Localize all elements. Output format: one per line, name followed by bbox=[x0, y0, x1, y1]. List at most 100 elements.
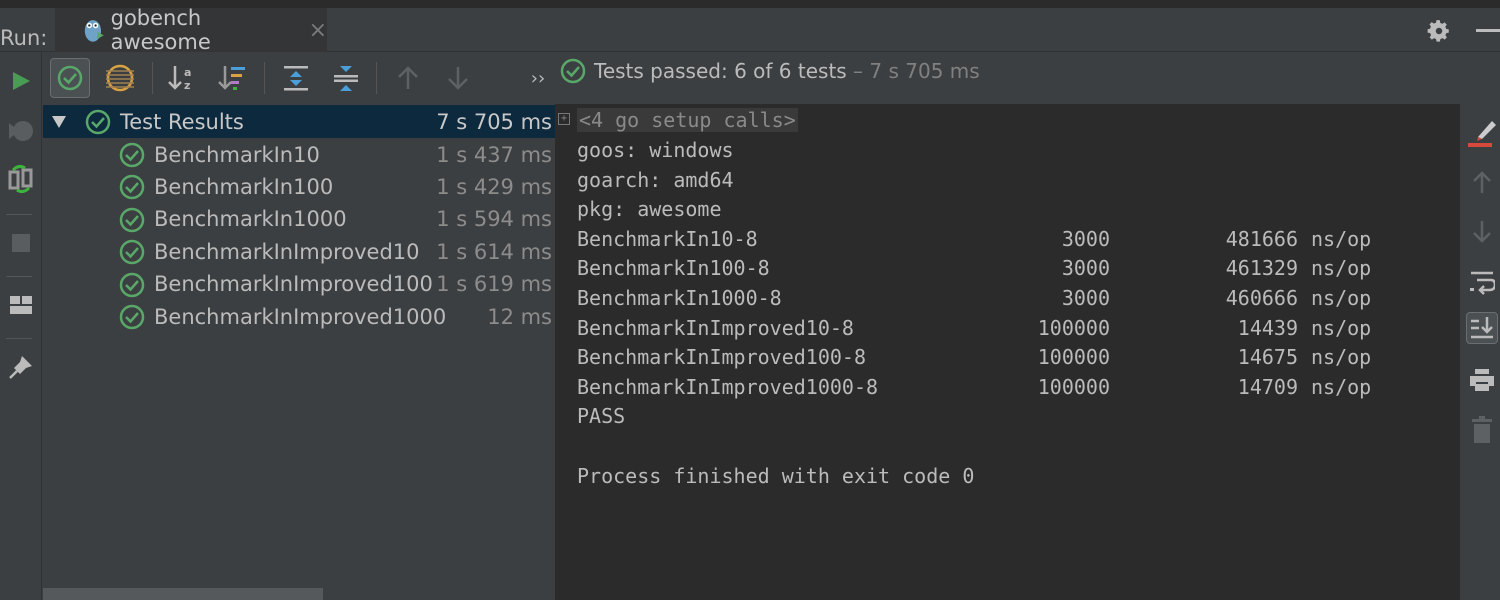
bench-unit: ns/op bbox=[1311, 374, 1372, 399]
more-actions-button[interactable]: ›› bbox=[518, 58, 558, 98]
bench-unit: ns/op bbox=[1311, 286, 1372, 310]
expand-all-icon bbox=[284, 66, 308, 91]
collapse-all-button[interactable] bbox=[326, 58, 366, 98]
separator bbox=[264, 62, 265, 94]
bench-unit: ns/op bbox=[1311, 256, 1372, 281]
console-line: Process finished with exit code 0 bbox=[577, 461, 974, 491]
check-circle-icon bbox=[119, 207, 145, 233]
bench-ns: 14439 bbox=[1237, 315, 1298, 340]
tree-root-test-results[interactable]: Test Results 7 s 705 ms bbox=[43, 105, 555, 138]
soft-wrap-icon bbox=[1470, 271, 1495, 295]
show-passed-toggle[interactable] bbox=[50, 58, 90, 98]
test-duration: 1 s 437 ms bbox=[436, 142, 552, 167]
tab-gobench-awesome[interactable]: gobench awesome × bbox=[55, 6, 327, 54]
rerun-button[interactable] bbox=[4, 64, 38, 98]
bench-iterations: 3000 bbox=[1061, 286, 1110, 310]
test-name: BenchmarkInImproved10 bbox=[154, 239, 420, 264]
test-duration: 1 s 614 ms bbox=[436, 239, 552, 264]
tree-item[interactable]: BenchmarkInImproved100 1 s 619 ms bbox=[43, 268, 555, 301]
bench-unit: ns/op bbox=[1311, 315, 1372, 340]
fold-expand-icon[interactable]: + bbox=[558, 113, 570, 125]
check-circle-icon bbox=[560, 58, 586, 84]
layout-icon bbox=[10, 296, 32, 314]
stop-icon bbox=[12, 234, 30, 252]
separator bbox=[6, 338, 32, 339]
test-name: BenchmarkIn10 bbox=[154, 142, 320, 167]
separator bbox=[152, 62, 153, 94]
bench-name: BenchmarkInImproved100-8 bbox=[577, 345, 866, 370]
clear-all-button[interactable] bbox=[1466, 414, 1498, 446]
gear-icon[interactable] bbox=[1426, 18, 1452, 44]
horizontal-scrollbar[interactable] bbox=[43, 588, 323, 600]
arrow-up-icon bbox=[1473, 171, 1491, 193]
tree-item[interactable]: BenchmarkInImproved1000 12 ms bbox=[43, 300, 555, 333]
test-results-tree: Test Results 7 s 705 ms BenchmarkIn10 1 s… bbox=[43, 104, 555, 600]
gopher-icon bbox=[84, 20, 104, 42]
auto-test-icon bbox=[8, 164, 33, 194]
bench-iterations: 100000 bbox=[1037, 315, 1110, 340]
total-duration: – 7 s 705 ms bbox=[846, 59, 980, 83]
test-name: BenchmarkIn100 bbox=[154, 174, 334, 199]
console-output: + <4 go setup calls> goos: windows goarch… bbox=[555, 104, 1460, 600]
tree-root-label: Test Results bbox=[120, 109, 244, 134]
print-button[interactable] bbox=[1466, 364, 1498, 396]
show-ignored-toggle[interactable] bbox=[100, 58, 140, 98]
bench-iterations: 100000 bbox=[1037, 345, 1110, 370]
tree-item[interactable]: BenchmarkIn1000 1 s 594 ms bbox=[43, 203, 555, 236]
separator bbox=[6, 276, 32, 277]
console-text: goos: windows bbox=[577, 138, 734, 162]
check-circle-icon bbox=[119, 142, 145, 168]
layout-button[interactable] bbox=[4, 288, 38, 322]
expand-triangle-icon[interactable] bbox=[51, 114, 67, 130]
tree-item[interactable]: BenchmarkIn100 1 s 429 ms bbox=[43, 170, 555, 203]
pass-text: PASS bbox=[577, 404, 626, 429]
bench-iterations: 100000 bbox=[1037, 374, 1110, 399]
passed-count: 6 bbox=[734, 59, 747, 83]
console-line: PASS bbox=[577, 401, 625, 431]
tree-item[interactable]: BenchmarkIn10 1 s 437 ms bbox=[43, 138, 555, 171]
up-stack-trace-button[interactable] bbox=[1466, 166, 1498, 198]
rerun-failed-button[interactable] bbox=[4, 114, 38, 148]
test-duration: 12 ms bbox=[487, 304, 552, 329]
previous-failed-button[interactable] bbox=[388, 58, 428, 98]
test-name: BenchmarkInImproved100 bbox=[154, 272, 433, 297]
toggle-auto-test-button[interactable] bbox=[4, 162, 38, 196]
bench-name: BenchmarkInImproved10-8 bbox=[577, 315, 854, 340]
arrow-down-icon bbox=[1473, 221, 1491, 243]
check-circle-icon bbox=[119, 175, 145, 200]
sort-alphabetically-button[interactable]: az bbox=[162, 58, 202, 98]
bench-ns: 14709 bbox=[1237, 374, 1298, 399]
separator bbox=[376, 62, 377, 94]
tab-title: gobench awesome bbox=[110, 6, 211, 54]
minimize-icon[interactable] bbox=[1476, 29, 1500, 32]
down-stack-trace-button[interactable] bbox=[1466, 216, 1498, 248]
run-label: Run: bbox=[0, 26, 48, 50]
expand-all-button[interactable] bbox=[276, 58, 316, 98]
soft-wrap-button[interactable] bbox=[1466, 266, 1498, 298]
check-circle-icon bbox=[119, 272, 145, 297]
bench-ns: 481666 bbox=[1225, 226, 1298, 251]
pin-tab-button[interactable] bbox=[4, 350, 38, 384]
svg-text:a: a bbox=[184, 66, 191, 79]
scroll-to-end-toggle[interactable] bbox=[1466, 312, 1498, 344]
status-prefix: Tests passed: bbox=[594, 59, 735, 83]
pencil-icon bbox=[1468, 121, 1496, 147]
tree-item[interactable]: BenchmarkInImproved10 1 s 614 ms bbox=[43, 235, 555, 268]
ignored-icon bbox=[106, 64, 134, 92]
scroll-to-end-icon bbox=[1471, 317, 1493, 339]
stop-button[interactable] bbox=[4, 226, 38, 260]
next-failed-button[interactable] bbox=[438, 58, 478, 98]
clear-highlight-button[interactable] bbox=[1466, 116, 1498, 148]
bench-iterations: 3000 bbox=[1061, 256, 1110, 281]
test-duration: 1 s 594 ms bbox=[436, 207, 552, 232]
close-tab-icon[interactable]: × bbox=[309, 18, 327, 43]
bench-iterations: 3000 bbox=[1061, 226, 1110, 251]
bench-name: BenchmarkIn1000-8 bbox=[577, 286, 782, 310]
left-toolbar bbox=[0, 52, 42, 600]
svg-text:z: z bbox=[184, 79, 190, 92]
sort-by-duration-button[interactable] bbox=[212, 58, 252, 98]
go-setup-calls-folded[interactable]: <4 go setup calls> bbox=[577, 108, 798, 132]
console-line: goarch: amd64 bbox=[577, 165, 734, 195]
check-circle-icon bbox=[57, 65, 83, 91]
bench-unit: ns/op bbox=[1311, 345, 1372, 370]
